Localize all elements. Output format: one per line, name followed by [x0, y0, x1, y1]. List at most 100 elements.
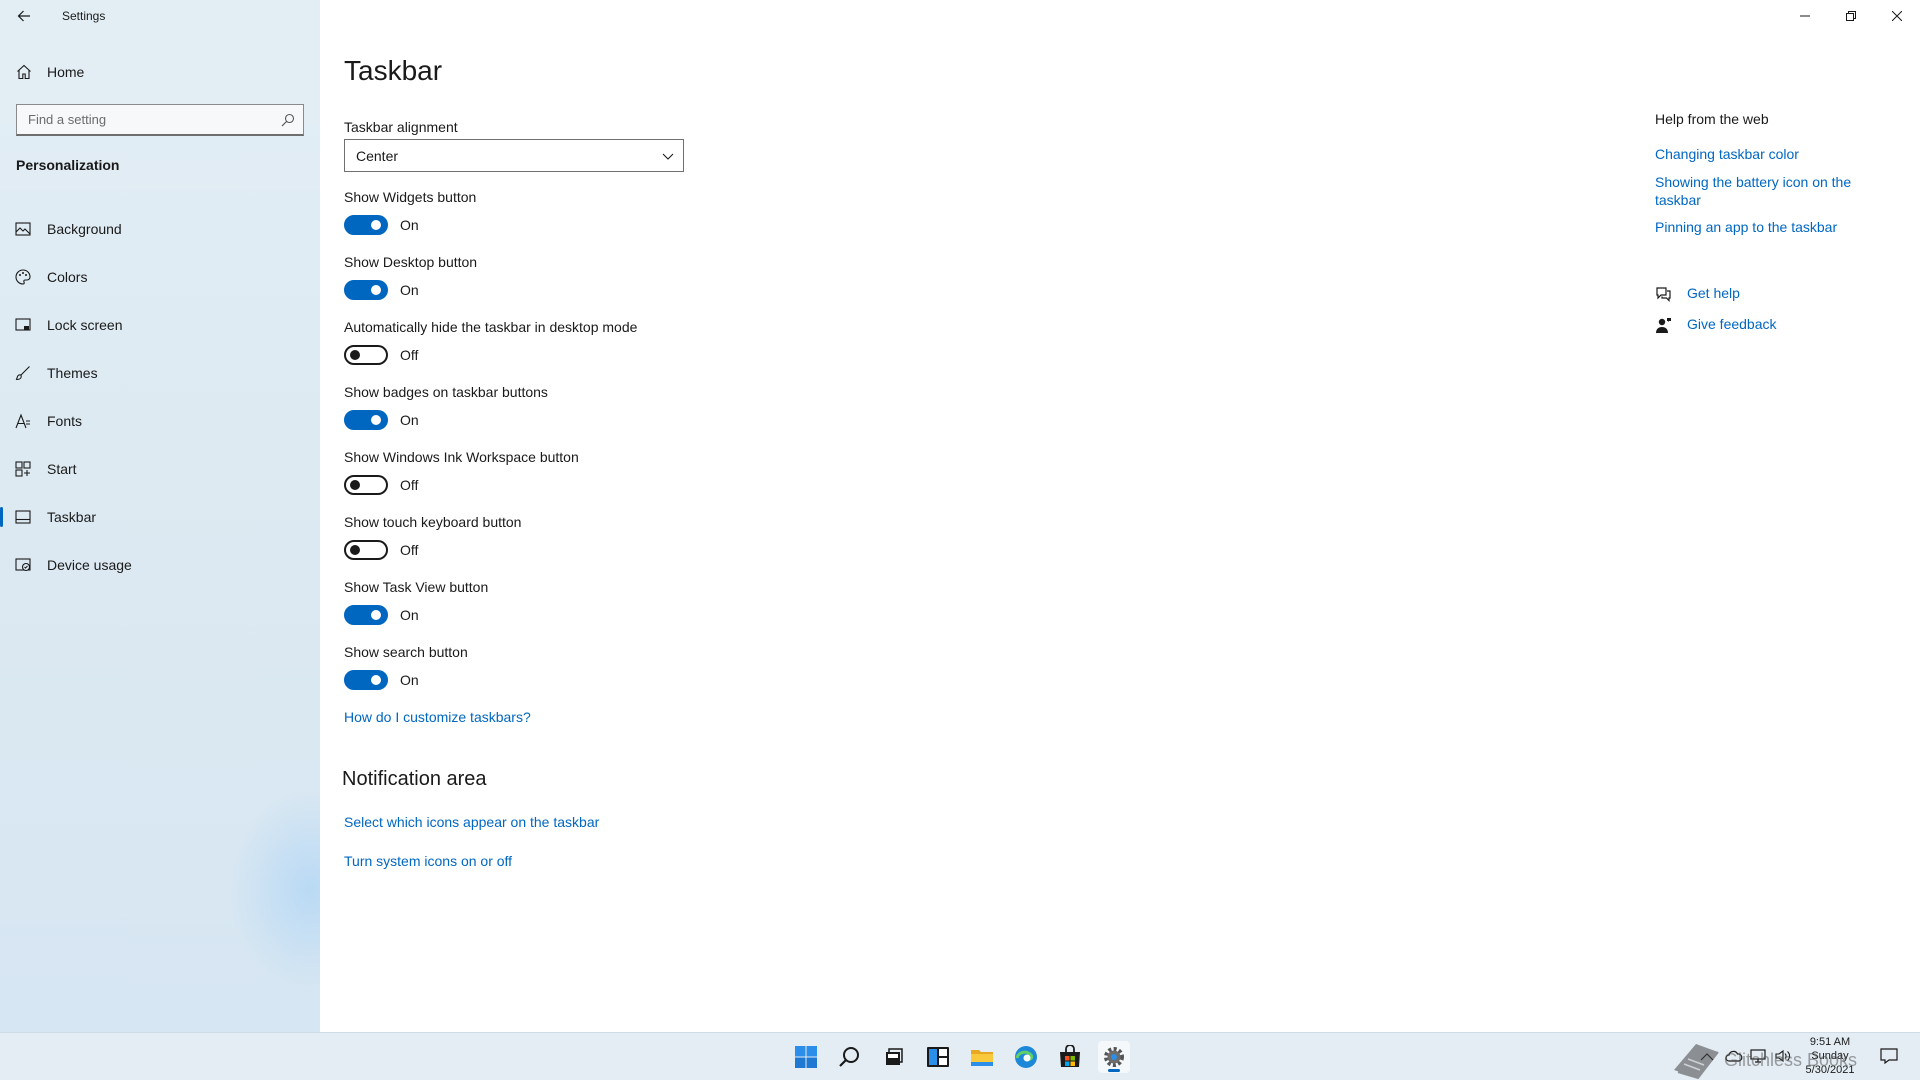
sidebar-item-colors[interactable]: Colors — [0, 253, 320, 301]
sidebar-item-home[interactable]: Home — [0, 56, 320, 88]
notification-area-title: Notification area — [342, 768, 487, 790]
toggle-row-search: On — [344, 670, 544, 692]
toggle-state: On — [400, 217, 419, 233]
toggle-knob — [371, 220, 381, 230]
lock-screen-icon — [15, 318, 31, 331]
sidebar-item-fonts[interactable]: Fonts — [0, 397, 320, 445]
sidebar-item-device-usage[interactable]: Device usage — [0, 541, 320, 589]
sidebar-item-taskbar[interactable]: Taskbar — [0, 493, 320, 541]
toggle-row-autohide: Off — [344, 345, 544, 367]
notifications-icon[interactable] — [1880, 1048, 1898, 1064]
window-controls — [1782, 0, 1920, 32]
back-arrow-icon — [17, 10, 30, 22]
sidebar-item-start[interactable]: Start — [0, 445, 320, 493]
toggle-label: Show badges on taskbar buttons — [344, 384, 548, 400]
device-usage-icon — [15, 558, 31, 572]
start-button[interactable] — [790, 1041, 822, 1073]
file-explorer-button[interactable] — [966, 1041, 998, 1073]
toggle-knob — [350, 350, 360, 360]
feedback-person-icon — [1656, 318, 1671, 333]
toggle-knob — [350, 545, 360, 555]
toggle-state: On — [400, 412, 419, 428]
minimize-icon — [1800, 15, 1810, 17]
system-icons-link[interactable]: Turn system icons on or off — [344, 853, 512, 869]
ink-workspace-toggle[interactable] — [344, 475, 388, 495]
toggle-state: On — [400, 607, 419, 623]
sidebar-item-label: Start — [47, 461, 77, 477]
store-icon — [1060, 1045, 1080, 1067]
toggle-label: Show touch keyboard button — [344, 514, 522, 530]
brush-icon — [15, 366, 30, 381]
task-view-toggle[interactable] — [344, 605, 388, 625]
toggle-state: Off — [400, 347, 419, 363]
toggle-label: Show Widgets button — [344, 189, 477, 205]
badges-toggle[interactable] — [344, 410, 388, 430]
toggle-row-task-view: On — [344, 605, 544, 627]
sidebar-item-label: Themes — [47, 365, 98, 381]
taskbar: 9:51 AM Sunday 5/30/2021 — [0, 1032, 1920, 1080]
toggle-label: Show Task View button — [344, 579, 489, 595]
search-button-toggle[interactable] — [344, 670, 388, 690]
sidebar-item-label: Lock screen — [47, 317, 123, 333]
watermark: Glitchless Books — [1670, 1040, 1857, 1080]
help-link-battery-icon[interactable]: Showing the battery icon on the taskbar — [1655, 173, 1870, 209]
autohide-toggle[interactable] — [344, 345, 388, 365]
restore-button[interactable] — [1828, 0, 1874, 32]
taskbar-search-button[interactable] — [834, 1041, 866, 1073]
taskbar-alignment-label: Taskbar alignment — [344, 119, 458, 135]
sidebar-item-background[interactable]: Background — [0, 205, 320, 253]
store-button[interactable] — [1054, 1041, 1086, 1073]
widgets-icon — [927, 1047, 949, 1067]
search-icon[interactable] — [281, 113, 295, 127]
edge-icon — [1015, 1046, 1037, 1068]
edge-button[interactable] — [1010, 1041, 1042, 1073]
desktop-button-toggle[interactable] — [344, 280, 388, 300]
taskbar-alignment-dropdown[interactable]: Center — [344, 139, 684, 172]
toggle-knob — [371, 675, 381, 685]
toggle-state: Off — [400, 542, 419, 558]
help-link-taskbar-color[interactable]: Changing taskbar color — [1655, 145, 1870, 163]
help-link-pinning[interactable]: Pinning an app to the taskbar — [1655, 218, 1870, 236]
chevron-down-icon — [662, 153, 674, 160]
toggle-knob — [371, 285, 381, 295]
search-box[interactable] — [16, 104, 304, 136]
minimize-button[interactable] — [1782, 0, 1828, 32]
palette-icon — [15, 269, 31, 285]
customize-taskbars-link[interactable]: How do I customize taskbars? — [344, 709, 531, 725]
widgets-button[interactable] — [922, 1041, 954, 1073]
toggle-row-badges: On — [344, 410, 544, 432]
get-help-label: Get help — [1687, 285, 1740, 301]
taskbar-icon — [15, 510, 31, 524]
chat-help-icon — [1656, 287, 1671, 302]
help-title: Help from the web — [1655, 111, 1769, 127]
page-title: Taskbar — [344, 55, 443, 86]
home-icon — [17, 64, 31, 80]
search-icon — [839, 1047, 859, 1067]
select-icons-link[interactable]: Select which icons appear on the taskbar — [344, 814, 599, 830]
back-button[interactable] — [6, 2, 42, 30]
selection-indicator — [0, 507, 3, 527]
sidebar-item-label: Taskbar — [47, 509, 97, 525]
toggle-knob — [371, 415, 381, 425]
touch-keyboard-toggle[interactable] — [344, 540, 388, 560]
close-button[interactable] — [1874, 0, 1920, 32]
toggle-row-touch-keyboard: Off — [344, 540, 544, 562]
search-input[interactable] — [17, 105, 277, 134]
widgets-toggle[interactable] — [344, 215, 388, 235]
font-icon — [15, 413, 30, 429]
dropdown-value: Center — [356, 148, 399, 164]
active-app-indicator — [1108, 1069, 1120, 1072]
watermark-text: Glitchless Books — [1724, 1050, 1858, 1070]
sidebar-item-lock-screen[interactable]: Lock screen — [0, 301, 320, 349]
task-view-button[interactable] — [878, 1041, 910, 1073]
sidebar-nav: Background Colors Lock screen Themes Fon… — [0, 205, 320, 589]
toggle-row-desktop: On — [344, 280, 544, 302]
sidebar: Settings Home Personalization Background… — [0, 0, 320, 1032]
get-help-link[interactable]: Get help — [1655, 284, 1855, 304]
settings-app-button[interactable] — [1098, 1041, 1130, 1073]
sidebar-item-themes[interactable]: Themes — [0, 349, 320, 397]
give-feedback-link[interactable]: Give feedback — [1655, 315, 1855, 335]
sidebar-item-label: Background — [47, 221, 122, 237]
toggle-knob — [371, 610, 381, 620]
home-label: Home — [47, 64, 85, 80]
